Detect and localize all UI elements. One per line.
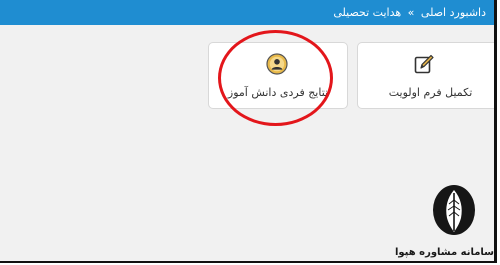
breadcrumb: داشبورد اصلی » هدایت تحصیلی bbox=[333, 0, 486, 25]
page-frame: داشبورد اصلی » هدایت تحصیلی تکمیل فرم او… bbox=[0, 0, 497, 263]
top-bar: داشبورد اصلی » هدایت تحصیلی bbox=[0, 0, 494, 25]
complete-priority-form-card[interactable]: تکمیل فرم اولویت bbox=[357, 42, 494, 109]
complete-priority-form-label: تکمیل فرم اولویت bbox=[388, 86, 473, 99]
watermark-text: سامانه مشاوره هپوا bbox=[394, 247, 494, 258]
edit-pencil-icon bbox=[414, 54, 434, 74]
student-avatar-icon bbox=[266, 53, 288, 75]
watermark-logo: سامانه مشاوره هپوا bbox=[394, 182, 494, 261]
student-results-label: نتایج فردی دانش آموز bbox=[227, 86, 329, 99]
breadcrumb-separator: » bbox=[407, 6, 415, 19]
quill-logo-icon bbox=[433, 185, 475, 235]
student-results-card[interactable]: نتایج فردی دانش آموز bbox=[208, 42, 348, 109]
breadcrumb-current: هدایت تحصیلی bbox=[333, 6, 402, 19]
breadcrumb-home[interactable]: داشبورد اصلی bbox=[421, 6, 486, 19]
